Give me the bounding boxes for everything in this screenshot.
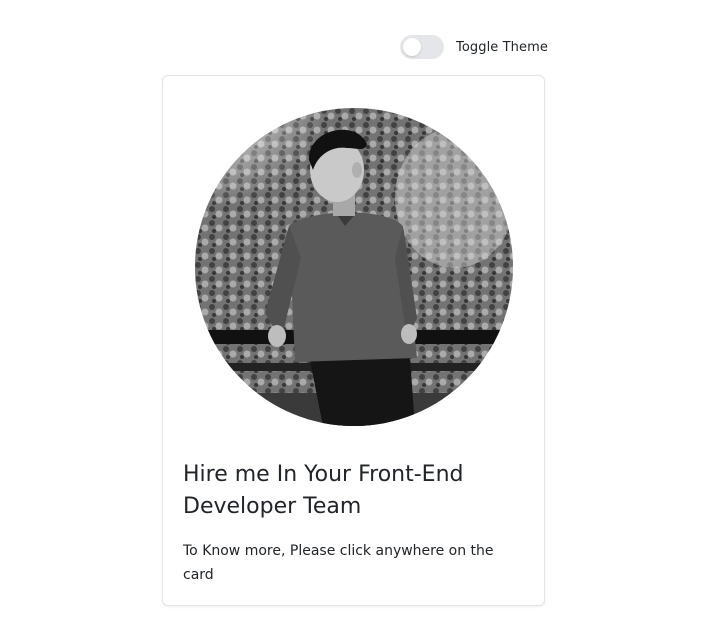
- profile-photo-icon: [195, 108, 513, 426]
- profile-photo: [195, 108, 513, 426]
- card-text: To Know more, Please click anywhere on t…: [183, 543, 494, 583]
- page: Toggle Theme Hire me In Your Front-End D…: [0, 0, 728, 642]
- profile-card[interactable]: Hire me In Your Front-End Developer Team…: [162, 75, 545, 606]
- theme-toggle-label: Toggle Theme: [456, 39, 548, 55]
- card-title: Hire me In Your Front-End Developer Team: [183, 462, 464, 519]
- theme-toggle-knob: [403, 38, 421, 56]
- theme-toggle-switch[interactable]: [400, 35, 444, 59]
- theme-toggle[interactable]: Toggle Theme: [400, 35, 548, 59]
